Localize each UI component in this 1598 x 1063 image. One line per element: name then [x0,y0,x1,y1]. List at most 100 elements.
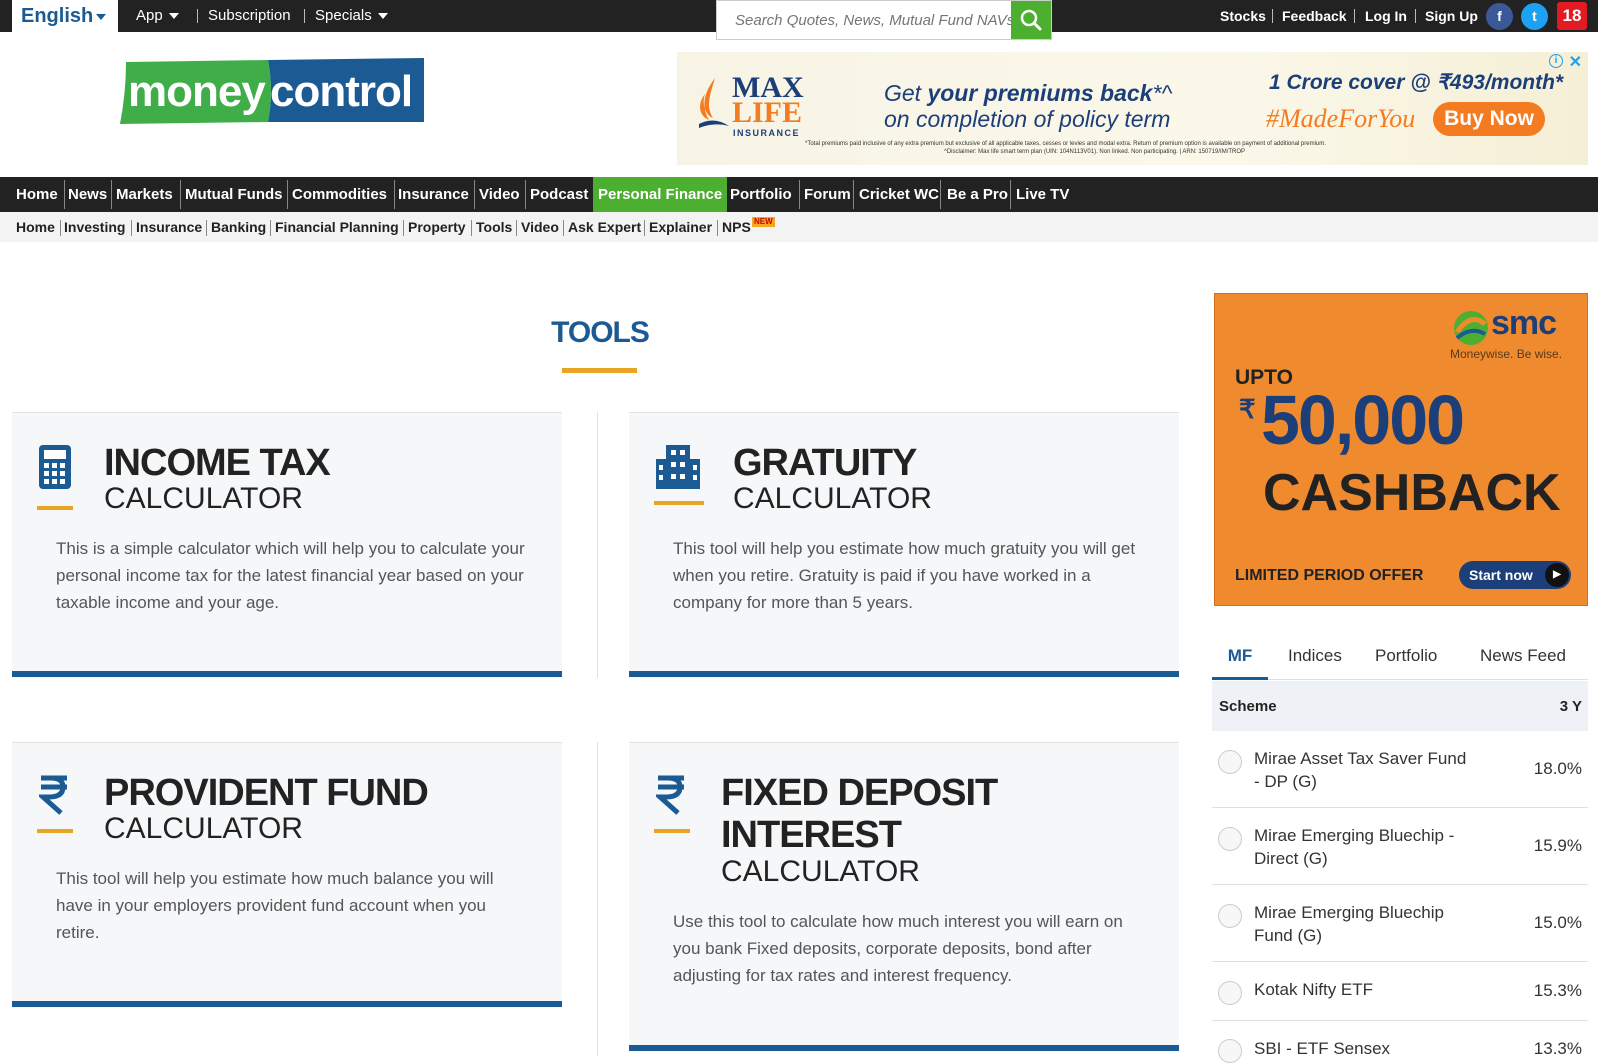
subnav-video[interactable]: Video [521,212,559,242]
ad-headline-part: Get [884,80,928,106]
row-radio[interactable] [1218,981,1242,1005]
table-row[interactable]: Mirae Emerging Bluechip -Direct (G) 15.9… [1212,808,1588,885]
subnav-investing[interactable]: Investing [64,212,125,242]
fund-return: 13.3% [1533,1039,1582,1058]
smc-start-now-button[interactable]: Start now ▶ [1459,561,1571,589]
subnav-banking[interactable]: Banking [211,212,266,242]
nav-live-tv[interactable]: Live TV [1016,177,1069,212]
twitter-icon[interactable]: t [1521,3,1548,30]
ad-info-icon[interactable]: i [1549,54,1563,68]
chevron-down-icon [168,13,179,20]
stocks-link[interactable]: Stocks [1220,0,1266,32]
nav-home[interactable]: Home [16,177,58,212]
sub-nav: Home Investing Insurance Banking Financi… [0,212,1598,242]
table-row[interactable]: Kotak Nifty ETF 15.3% [1212,962,1588,1021]
row-radio[interactable] [1218,827,1242,851]
card-bottom-bar [12,1001,562,1007]
smc-limited-offer: LIMITED PERIOD OFFER [1235,567,1424,584]
table-row[interactable]: Mirae Emerging Bluechip Fund (G) 15.0% [1212,885,1588,962]
nav-be-a-pro[interactable]: Be a Pro [947,177,1008,212]
nav-video[interactable]: Video [479,177,520,212]
nav-forum[interactable]: Forum [804,177,851,212]
search-box [716,0,1052,40]
new-badge: NEW [752,217,775,227]
card-bottom-bar [629,1045,1179,1051]
nav-commodities[interactable]: Commodities [292,177,387,212]
tab-mf[interactable]: MF [1212,640,1268,680]
fund-return: 15.0% [1533,913,1582,932]
fund-name[interactable]: SBI - ETF Sensex [1254,1037,1474,1060]
ad-close-icon[interactable]: ✕ [1569,52,1582,72]
nav-mutual-funds[interactable]: Mutual Funds [185,177,283,212]
rupee-icon [656,775,684,815]
gratuity-card[interactable]: GRATUITY CALCULATOR This tool will help … [629,412,1179,678]
ad-headline-sup: *^ [1152,80,1173,106]
subnav-insurance[interactable]: Insurance [136,212,202,242]
tab-portfolio[interactable]: Portfolio [1375,640,1437,680]
nav-cricket-wc[interactable]: Cricket WC [859,177,939,212]
divider [1272,9,1273,23]
card-description: This tool will help you estimate how muc… [56,869,494,942]
subnav-home[interactable]: Home [16,212,55,242]
card-title-line-2: INTEREST [721,814,902,856]
table-row[interactable]: Mirae Asset Tax Saver Fund - DP (G) 18.0… [1212,731,1588,808]
fund-name[interactable]: Mirae Emerging Bluechip -Direct (G) [1254,824,1474,870]
fixed-deposit-card[interactable]: FIXED DEPOSIT INTEREST CALCULATOR Use th… [629,742,1179,1052]
building-icon [656,445,700,489]
smc-cashback-ad[interactable]: smc Moneywise. Be wise. UPTO ₹ 50,000 CA… [1214,293,1588,606]
ad-buy-now-button[interactable]: Buy Now [1433,102,1545,136]
smc-tagline: Moneywise. Be wise. [1450,347,1563,361]
nav-news[interactable]: News [68,177,107,212]
divider [180,180,181,209]
top-nav-app[interactable]: App [136,0,179,32]
nav-markets[interactable]: Markets [116,177,173,212]
max-life-ad-banner[interactable]: MAX LIFE INSURANCE Get your premiums bac… [677,52,1588,165]
subnav-tools[interactable]: Tools [476,212,512,242]
fund-name[interactable]: Mirae Emerging Bluechip Fund (G) [1254,901,1474,947]
smc-start-now-label: Start now [1469,567,1533,583]
tab-news-feed[interactable]: News Feed [1480,640,1566,680]
subnav-nps[interactable]: NPS [722,212,751,242]
table-row[interactable]: SBI - ETF Sensex 13.3% [1212,1021,1588,1063]
subnav-financial-planning[interactable]: Financial Planning [275,212,399,242]
feedback-link[interactable]: Feedback [1282,0,1347,32]
facebook-icon[interactable]: f [1486,3,1513,30]
search-input[interactable] [717,1,1013,39]
nav-podcast[interactable]: Podcast [530,177,588,212]
nav-portfolio[interactable]: Portfolio [730,177,792,212]
fund-name[interactable]: Kotak Nifty ETF [1254,978,1474,1001]
top-nav-subscription-label: Subscription [208,7,291,24]
icon-underline [654,829,690,833]
subnav-property[interactable]: Property [408,212,466,242]
network18-icon[interactable]: 18 [1557,2,1587,30]
tab-indices[interactable]: Indices [1288,640,1342,680]
nav-insurance[interactable]: Insurance [398,177,469,212]
card-title: INCOME TAX [104,442,331,484]
login-link[interactable]: Log In [1365,0,1407,32]
fund-name[interactable]: Mirae Asset Tax Saver Fund - DP (G) [1254,747,1474,793]
subnav-explainer[interactable]: Explainer [649,212,712,242]
language-selector[interactable]: English [12,0,118,32]
signup-link[interactable]: Sign Up [1425,0,1478,32]
income-tax-card[interactable]: INCOME TAX CALCULATOR This is a simple c… [12,412,562,678]
fund-return: 18.0% [1533,759,1582,778]
icon-underline [654,501,704,505]
nav-personal-finance[interactable]: Personal Finance [593,177,728,212]
top-nav-subscription[interactable]: Subscription [208,0,291,32]
smc-rupee: ₹ [1239,394,1256,424]
divider [644,220,645,236]
divider [197,9,198,23]
divider [1010,180,1011,209]
row-radio[interactable] [1218,904,1242,928]
search-button[interactable] [1011,1,1051,39]
moneycontrol-logo[interactable]: money control [118,58,426,124]
provident-fund-card[interactable]: PROVIDENT FUND CALCULATOR This tool will… [12,742,562,1008]
subnav-ask-expert[interactable]: Ask Expert [568,212,641,242]
top-nav-specials-label: Specials [315,7,372,24]
card-subtitle: CALCULATOR [733,482,932,515]
row-radio[interactable] [1218,750,1242,774]
top-nav-specials[interactable]: Specials [315,0,388,32]
ad-headline: Get your premiums back*^ [884,80,1172,107]
header-period[interactable]: 3 Y [1560,698,1582,715]
row-radio[interactable] [1218,1039,1242,1063]
